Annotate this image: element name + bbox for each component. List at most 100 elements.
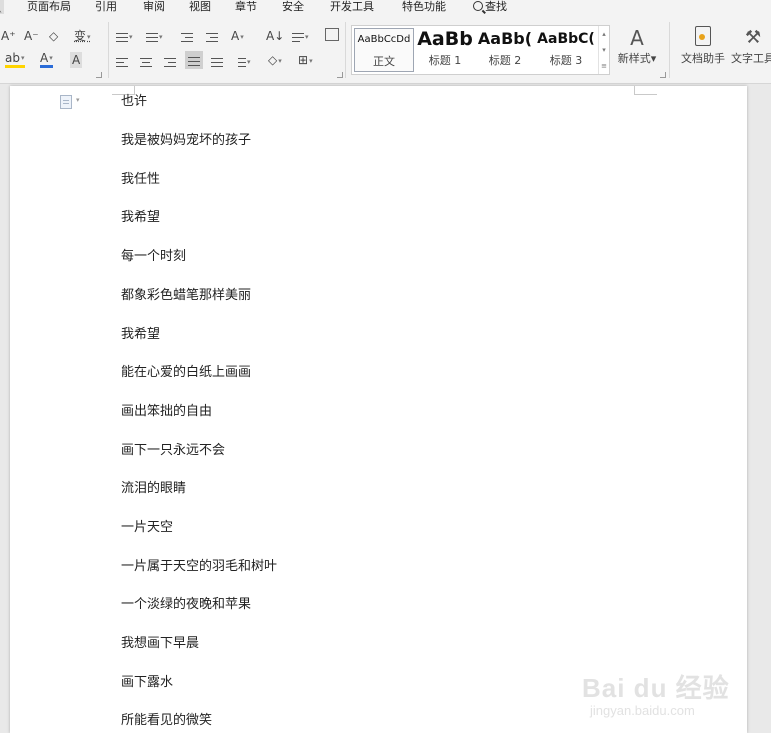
style-heading-3[interactable]: AaBbC( 标题 3 <box>536 28 596 70</box>
doc-line[interactable]: 我希望 <box>121 210 160 226</box>
doc-assistant-icon <box>695 26 711 46</box>
char-shading-button[interactable]: A <box>70 52 83 68</box>
distributed-icon <box>211 57 223 67</box>
decrease-indent-button[interactable] <box>181 28 193 44</box>
chevron-down-icon: ▾ <box>650 52 657 65</box>
align-left-icon <box>116 57 128 67</box>
document-page[interactable]: ▾ 也许 我是被妈妈宠坏的孩子 我任性 我希望 每一个时刻 都象彩色蜡笔那样美丽… <box>10 86 747 733</box>
style-heading-1-preview: AaBb <box>417 28 473 50</box>
style-heading-2[interactable]: AaBb( 标题 2 <box>476 28 534 70</box>
chinese-layout-button[interactable]: A▾ <box>231 28 244 45</box>
doc-line[interactable]: 流泪的眼睛 <box>121 481 186 497</box>
clear-format-button[interactable]: ◇ <box>49 28 58 44</box>
doc-line[interactable]: 我想画下早晨 <box>121 636 199 652</box>
bullet-list-icon <box>116 32 128 42</box>
style-heading-1-name: 标题 1 <box>428 54 462 67</box>
justify-button[interactable] <box>185 51 203 69</box>
doc-line[interactable]: 我希望 <box>121 327 160 343</box>
menu-chapter[interactable]: 章节 <box>235 0 257 14</box>
gallery-scrollbar[interactable]: ▴ ▾ ≡ <box>598 26 609 74</box>
chevron-down-icon: ▾ <box>247 57 251 66</box>
chevron-down-icon[interactable]: ▾ <box>599 42 609 58</box>
chevron-down-icon: ▾ <box>20 54 25 62</box>
menu-search-label: 查找 <box>485 0 507 13</box>
increase-indent-icon <box>206 32 218 42</box>
doc-line[interactable]: 我是被妈妈宠坏的孩子 <box>121 133 251 149</box>
numbered-list-button[interactable]: ▾ <box>146 28 163 45</box>
font-dialog-launcher[interactable] <box>96 72 102 78</box>
sort-button[interactable]: A↓ <box>266 28 284 44</box>
gallery-expand-icon[interactable]: ≡ <box>599 58 609 74</box>
group-divider <box>669 22 670 78</box>
shrink-font-button[interactable]: A⁻ <box>24 28 39 44</box>
menu-overflow-caret[interactable]: ˎ <box>0 0 4 14</box>
justify-icon <box>188 56 200 66</box>
style-heading-1[interactable]: AaBb 标题 1 <box>416 28 474 70</box>
chevron-down-icon[interactable]: ▾ <box>76 96 80 104</box>
menu-references[interactable]: 引用 <box>95 0 117 14</box>
textbox-button[interactable] <box>325 28 339 41</box>
menu-review[interactable]: 审阅 <box>143 0 165 14</box>
paragraph-dialog-launcher[interactable] <box>337 72 343 78</box>
style-gallery: AaBbCcDd 正文 AaBb 标题 1 AaBb( 标题 2 AaBbC( … <box>351 25 610 75</box>
doc-line[interactable]: 一片天空 <box>121 520 173 536</box>
bullet-list-button[interactable]: ▾ <box>116 28 133 45</box>
style-heading-3-name: 标题 3 <box>549 54 583 67</box>
menu-view[interactable]: 视图 <box>189 0 211 14</box>
doc-line[interactable]: 也许 <box>121 94 147 110</box>
document-outline-icon[interactable] <box>60 95 72 109</box>
font-color-button[interactable]: A▾ <box>40 52 53 68</box>
line-spacing-button[interactable]: ▾ <box>234 53 251 70</box>
chevron-down-icon: ▾ <box>159 32 163 41</box>
doc-line[interactable]: 所能看见的微笑 <box>121 713 212 729</box>
doc-line[interactable]: 一片属于天空的羽毛和树叶 <box>121 559 277 575</box>
style-normal[interactable]: AaBbCcDd 正文 <box>354 28 414 72</box>
menu-special-features[interactable]: 特色功能 <box>402 0 446 14</box>
text-tools-label: 文字工具 <box>731 52 771 65</box>
doc-line[interactable]: 画出笨拙的自由 <box>121 404 212 420</box>
watermark-brand: Bai du 经验 <box>582 673 730 703</box>
chevron-down-icon: ▾ <box>278 56 282 65</box>
doc-line[interactable]: 能在心爱的白纸上画画 <box>121 365 251 381</box>
new-style-button[interactable]: A 新样式▾ <box>612 26 662 66</box>
distributed-button[interactable] <box>211 53 223 69</box>
chevron-down-icon: ▾ <box>309 56 313 65</box>
borders-icon: ⊞ <box>298 53 309 67</box>
chevron-up-icon[interactable]: ▴ <box>599 26 609 42</box>
shading-button[interactable]: ◇▾ <box>268 52 282 69</box>
align-center-button[interactable] <box>140 53 152 69</box>
borders-button[interactable]: ⊞▾ <box>298 52 313 69</box>
doc-line[interactable]: 画下露水 <box>121 675 173 691</box>
doc-line[interactable]: 画下一只永远不会 <box>121 443 225 459</box>
grow-font-icon: A⁺ <box>1 29 16 43</box>
phonetic-guide-icon: 变 <box>74 29 87 43</box>
margin-marker-right <box>634 86 657 95</box>
doc-line[interactable]: 每一个时刻 <box>121 249 186 265</box>
show-marks-icon <box>292 32 304 42</box>
char-shading-icon: A <box>72 53 81 67</box>
menu-security[interactable]: 安全 <box>282 0 304 14</box>
chinese-layout-icon: A <box>231 29 240 43</box>
doc-line[interactable]: 我任性 <box>121 172 160 188</box>
doc-line[interactable]: 都象彩色蜡笔那样美丽 <box>121 288 251 304</box>
increase-indent-button[interactable] <box>206 28 218 44</box>
grow-font-button[interactable]: A⁺ <box>1 28 16 44</box>
align-right-button[interactable] <box>164 53 176 69</box>
styles-dialog-launcher[interactable] <box>660 72 666 78</box>
doc-line[interactable]: 一个淡绿的夜晚和苹果 <box>121 597 251 613</box>
chevron-down-icon: ▾ <box>129 32 133 41</box>
menu-page-layout[interactable]: 页面布局 <box>27 0 71 14</box>
show-marks-button[interactable]: ▾ <box>292 28 309 45</box>
doc-assistant-button[interactable]: 文档助手 <box>678 26 728 66</box>
group-divider <box>108 22 109 78</box>
menu-search[interactable]: 查找 <box>473 0 507 14</box>
sort-icon: A↓ <box>266 29 285 43</box>
menu-developer-tools[interactable]: 开发工具 <box>330 0 374 14</box>
align-left-button[interactable] <box>116 53 128 69</box>
chevron-down-icon: ▾ <box>305 32 309 41</box>
text-tools-button[interactable]: ⚒ 文字工具 <box>731 26 771 66</box>
highlight-button[interactable]: ab▾ <box>5 52 25 68</box>
align-right-icon <box>164 57 176 67</box>
phonetic-guide-button[interactable]: 变▾ <box>74 28 91 45</box>
ribbon-toolbar: A⁺ A⁻ ◇ 变▾ ab▾ A▾ A ▾ ▾ A▾ A↓ ▾ ▾ ◇▾ ⊞▾ <box>0 16 771 84</box>
